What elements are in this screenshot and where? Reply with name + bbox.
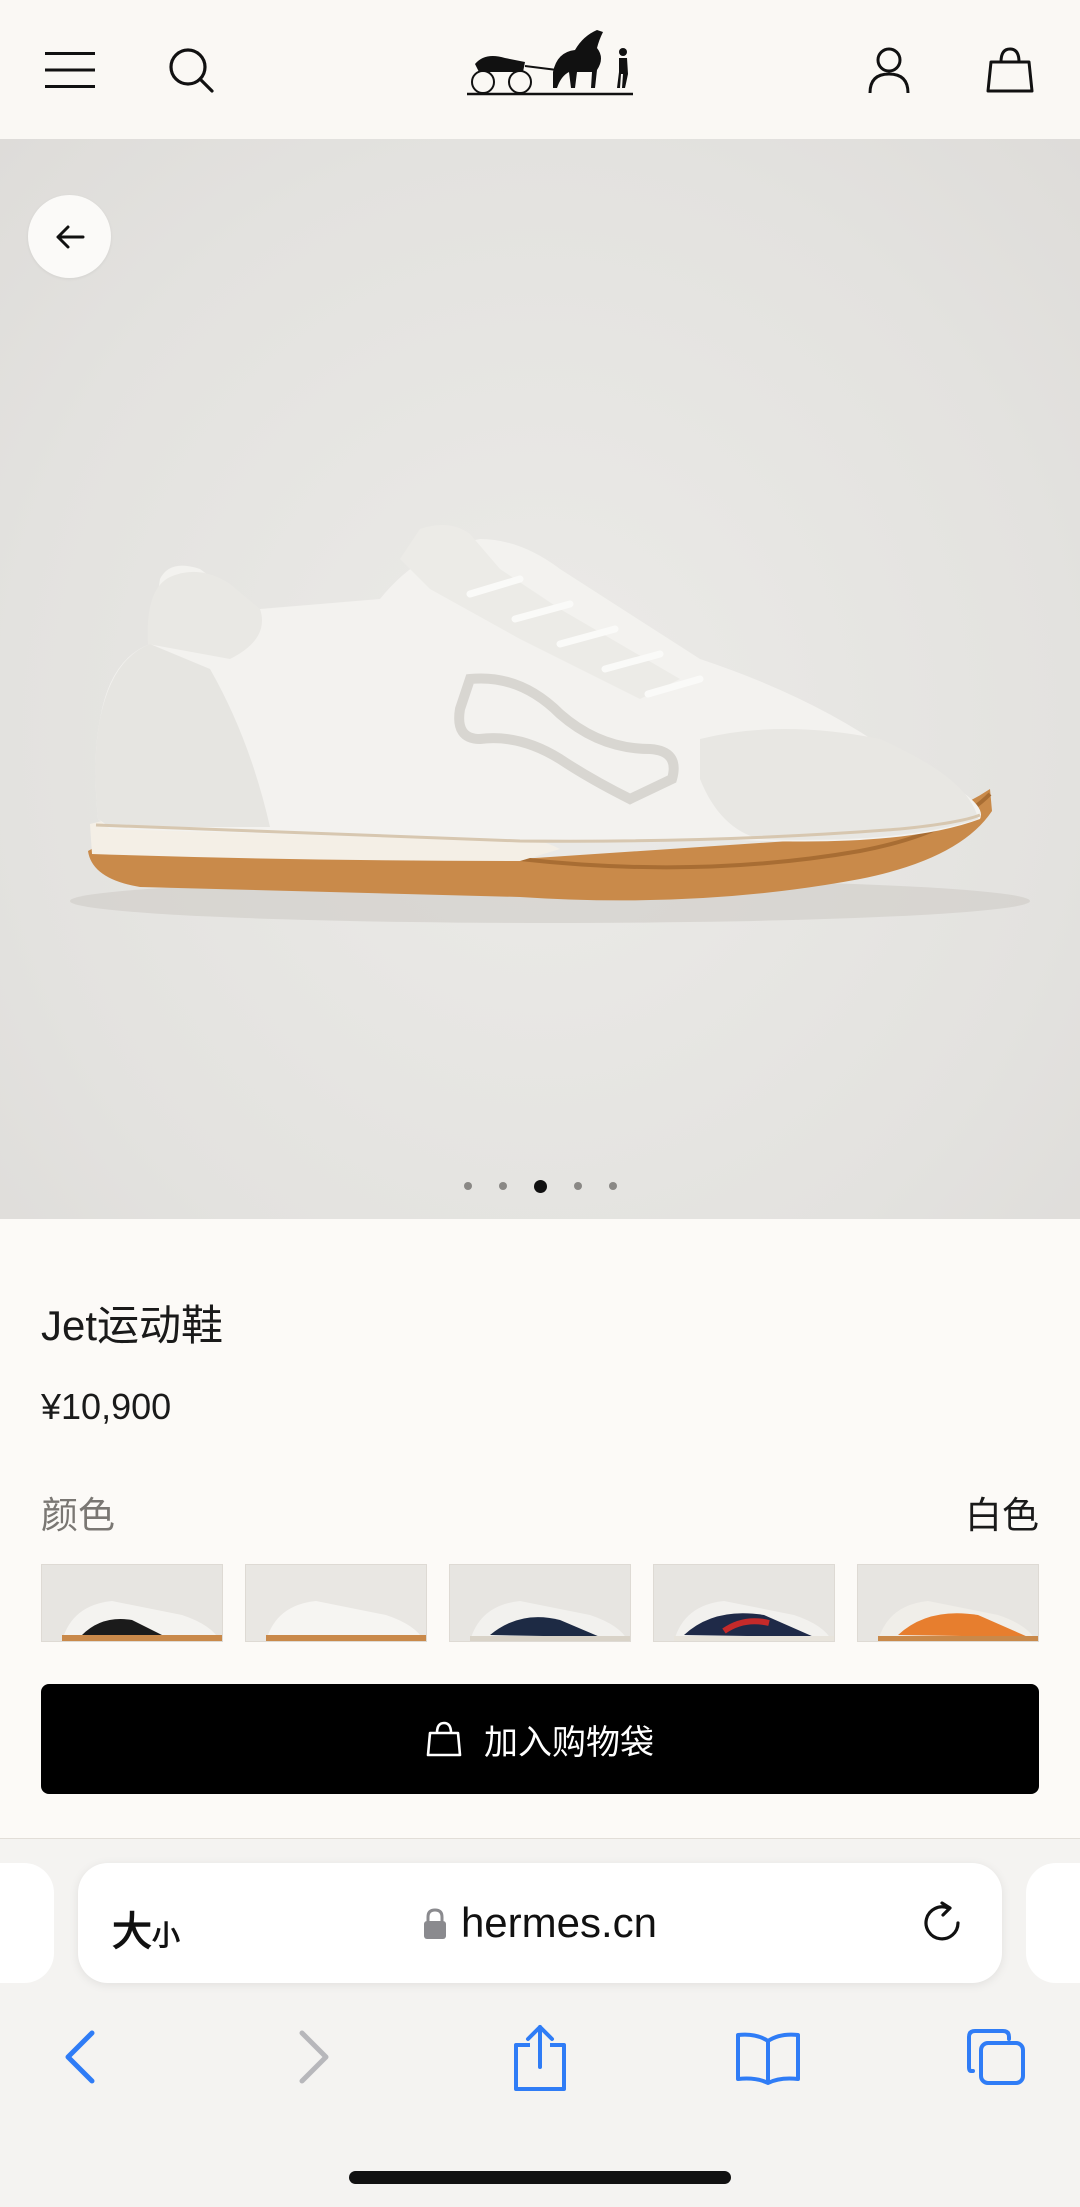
previous-tab-preview[interactable]	[0, 1863, 54, 1983]
next-tab-preview[interactable]	[1026, 1863, 1080, 1983]
back-button[interactable]	[28, 195, 111, 278]
shopping-bag-icon	[426, 1721, 462, 1757]
back-icon[interactable]	[40, 2017, 120, 2097]
sneaker-image	[70, 525, 1030, 923]
product-price: ¥10,900	[41, 1386, 172, 1427]
page-dot[interactable]	[463, 1182, 472, 1190]
bookmarks-icon[interactable]	[728, 2017, 808, 2097]
color-swatch-white[interactable]	[245, 1564, 427, 1642]
color-label: 颜色	[41, 1495, 115, 1536]
arrow-left-icon	[56, 225, 84, 248]
page-dot[interactable]	[608, 1182, 617, 1190]
color-swatch-black[interactable]	[41, 1564, 223, 1642]
color-swatch-orange[interactable]	[857, 1564, 1039, 1642]
home-indicator[interactable]	[349, 2171, 731, 2184]
add-to-bag-button[interactable]: 加入购物袋	[41, 1684, 1039, 1794]
top-header	[0, 0, 1080, 140]
reload-icon[interactable]	[918, 1899, 966, 1947]
shopping-bag-icon[interactable]	[982, 42, 1038, 98]
url-text: hermes.cn	[460, 1899, 658, 1946]
forward-icon[interactable]	[274, 2017, 354, 2097]
browser-toolbar	[0, 2017, 1080, 2107]
tabs-icon[interactable]	[956, 2017, 1036, 2097]
share-icon[interactable]	[500, 2017, 580, 2097]
page-dot[interactable]	[573, 1182, 582, 1190]
add-to-bag-label: 加入购物袋	[484, 1723, 654, 1762]
color-swatch-navy[interactable]	[449, 1564, 631, 1642]
color-swatches	[41, 1564, 1039, 1642]
lock-icon	[423, 1902, 447, 1950]
page-dot-active[interactable]	[533, 1179, 547, 1193]
page-dot[interactable]	[498, 1182, 507, 1190]
product-title: Jet运动鞋	[41, 1302, 224, 1349]
selected-color: 白色	[965, 1495, 1039, 1536]
hermes-logo[interactable]	[465, 22, 635, 102]
account-icon[interactable]	[861, 42, 917, 98]
color-swatch-red-navy[interactable]	[653, 1564, 835, 1642]
url-display[interactable]: hermes.cn	[78, 1899, 1002, 1950]
product-image-gallery[interactable]	[0, 139, 1080, 1219]
address-bar[interactable]: 大小 hermes.cn	[78, 1863, 1002, 1983]
search-icon[interactable]	[163, 42, 219, 98]
browser-bottom-bar: 大小 hermes.cn	[0, 1839, 1080, 2207]
menu-icon[interactable]	[42, 42, 98, 98]
gallery-pagination	[0, 1176, 1080, 1196]
